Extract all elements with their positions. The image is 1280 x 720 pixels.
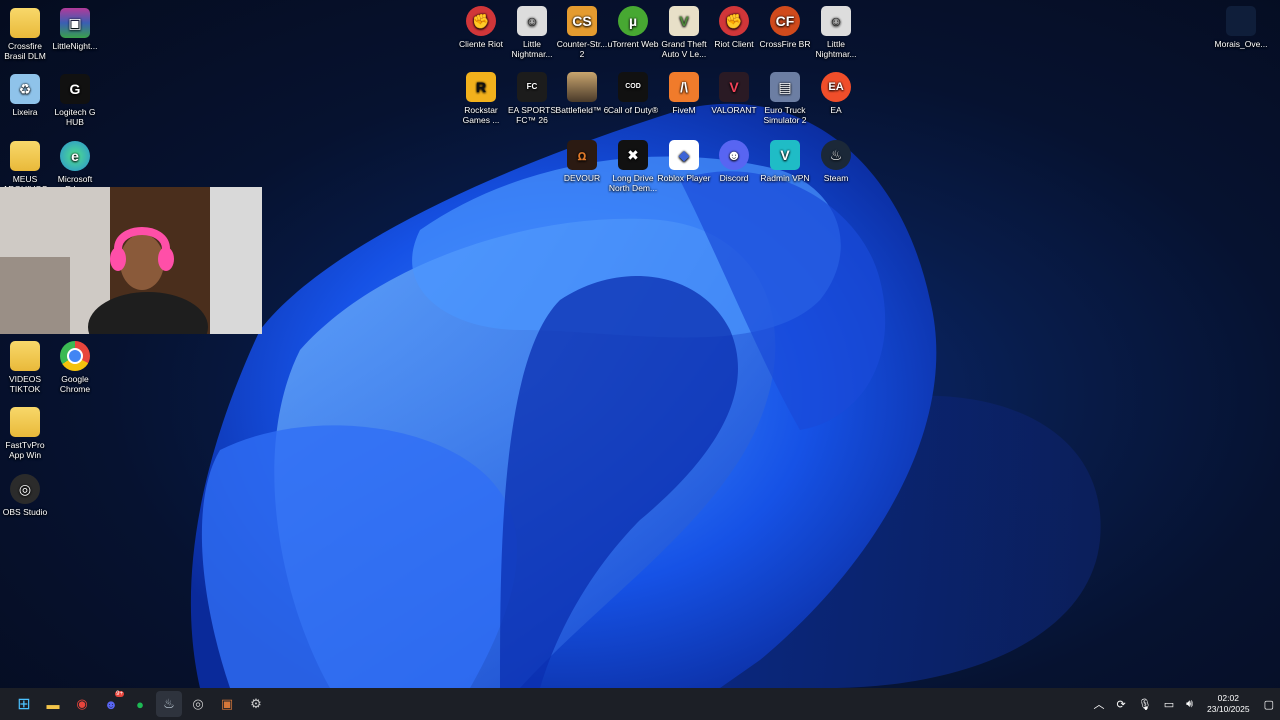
devour-icon: ꭥ xyxy=(567,140,597,170)
notification-badge: 9+ xyxy=(115,691,124,697)
start-button[interactable]: ⊞ xyxy=(11,691,37,717)
volume-icon[interactable]: 🔊︎ xyxy=(1186,698,1193,711)
cs2-icon: CS xyxy=(567,6,597,36)
folder-icon xyxy=(10,8,40,38)
desktop-icon-fasttvpro-app-win[interactable]: FastTvPro App Win xyxy=(0,407,52,460)
desktop-icon-logitech-g-hub[interactable]: G Logitech G HUB xyxy=(48,74,102,127)
ea-fc-icon: FC xyxy=(517,72,547,102)
file-icon xyxy=(1226,6,1256,36)
desktop-icon-google-chrome[interactable]: Google Chrome xyxy=(48,341,102,394)
riot-icon: ✊ xyxy=(466,6,496,36)
taskbar-discord[interactable]: ☻ 9+ xyxy=(98,691,124,717)
ea-icon: EA xyxy=(821,72,851,102)
roblox-icon: ◆ xyxy=(669,140,699,170)
webcam-person-figure xyxy=(0,187,262,334)
desktop-icon-little-nightmares[interactable]: ☺ Little Nightmar... xyxy=(505,6,559,59)
notification-icon[interactable]: ▢ xyxy=(1264,698,1274,711)
ets2-icon: ▤ xyxy=(770,72,800,102)
utorrent-icon: µ xyxy=(618,6,648,36)
cod-icon: COD xyxy=(618,72,648,102)
desktop-icon-valorant[interactable]: V VALORANT xyxy=(707,72,761,115)
taskbar-steam[interactable]: ♨ xyxy=(156,691,182,717)
desktop-icon-obs-studio[interactable]: ◎ OBS Studio xyxy=(0,474,52,517)
discord-icon: ☻ xyxy=(719,140,749,170)
gear-icon: ⚙ xyxy=(250,696,262,711)
desktop-icon-crossfire-brasil-dlm[interactable]: Crossfire Brasil DLM xyxy=(0,8,52,61)
little-nightmares-icon: ☺ xyxy=(517,6,547,36)
desktop-icon-morais-ove[interactable]: Morais_Ove... xyxy=(1213,6,1269,49)
riot-icon: ✊ xyxy=(719,6,749,36)
desktop-icon-long-drive[interactable]: ✖ Long Drive North Dem... xyxy=(606,140,660,193)
crossfire-icon: CF xyxy=(770,6,800,36)
discord-icon: ☻ xyxy=(104,696,118,712)
spotify-icon: ● xyxy=(136,696,144,712)
logitech-icon: G xyxy=(60,74,90,104)
desktop-icon-rockstar-games[interactable]: R Rockstar Games ... xyxy=(454,72,508,125)
folder-icon xyxy=(10,341,40,371)
winrar-icon: ▣ xyxy=(220,696,234,711)
fivem-icon: /\ xyxy=(669,72,699,102)
desktop-icon-counter-strike-2[interactable]: CS Counter-Str... 2 xyxy=(555,6,609,59)
desktop-icon-roblox-player[interactable]: ◆ Roblox Player xyxy=(657,140,711,183)
edge-icon: e xyxy=(60,141,90,171)
desktop-icon-ea[interactable]: EA EA xyxy=(809,72,863,115)
taskbar-spotify[interactable]: ● xyxy=(127,691,153,717)
taskbar-settings[interactable]: ⚙ xyxy=(243,691,269,717)
gta-icon: V xyxy=(669,6,699,36)
desktop-icon-call-of-duty[interactable]: COD Call of Duty® xyxy=(606,72,660,115)
long-drive-icon: ✖ xyxy=(618,140,648,170)
recycle-bin-icon: ♻ xyxy=(10,74,40,104)
clock-time: 02:02 xyxy=(1217,693,1239,703)
network-icon[interactable]: ▭ xyxy=(1164,698,1174,711)
chrome-icon xyxy=(60,341,90,371)
desktop-icon-gta-v[interactable]: V Grand Theft Auto V Le... xyxy=(657,6,711,59)
desktop-icon-radmin-vpn[interactable]: V Radmin VPN xyxy=(758,140,812,183)
taskbar: ⊞ ▬ ◉ ☻ 9+ ● ♨ ◎ ▣ ⚙ ︿ ⟳ 🎙︎ ▭ 🔊︎ 02:02 2… xyxy=(0,688,1280,720)
desktop-icon-crossfire-br[interactable]: CF CrossFire BR xyxy=(758,6,812,49)
rockstar-icon: R xyxy=(466,72,496,102)
folder-icon: ▬ xyxy=(46,696,60,712)
desktop-icon-videos-tiktok[interactable]: VIDEOS TIKTOK xyxy=(0,341,52,394)
folder-icon xyxy=(10,407,40,437)
radmin-icon: V xyxy=(770,140,800,170)
desktop-icon-lixeira[interactable]: ♻ Lixeira xyxy=(0,74,52,117)
obs-icon: ◎ xyxy=(10,474,40,504)
little-nightmares-icon: ☺ xyxy=(821,6,851,36)
desktop-icon-battlefield-6[interactable]: Battlefield™ 6 xyxy=(555,72,609,115)
desktop-icon-little-nightmares-2[interactable]: ☺ Little Nightmar... xyxy=(809,6,863,59)
taskbar-file-explorer[interactable]: ▬ xyxy=(40,691,66,717)
desktop-icon-littlenight[interactable]: ▣ LittleNight... xyxy=(48,8,102,51)
chrome-icon: ◉ xyxy=(76,696,88,711)
taskbar-obs[interactable]: ◎ xyxy=(185,691,211,717)
clock[interactable]: 02:02 23/10/2025 xyxy=(1207,693,1250,715)
webcam-overlay xyxy=(0,187,262,334)
taskbar-winrar[interactable]: ▣ xyxy=(214,691,240,717)
winrar-icon: ▣ xyxy=(60,8,90,38)
folder-icon xyxy=(10,141,40,171)
desktop-icon-ea-sports-fc-26[interactable]: FC EA SPORTS FC™ 26 xyxy=(505,72,559,125)
clock-date: 23/10/2025 xyxy=(1207,704,1250,714)
chevron-up-icon[interactable]: ︿ xyxy=(1094,696,1105,712)
desktop-icon-devour[interactable]: ꭥ DEVOUR xyxy=(555,140,609,183)
obs-icon: ◎ xyxy=(192,696,204,711)
valorant-icon: V xyxy=(719,72,749,102)
battlefield-icon xyxy=(567,72,597,102)
system-tray: ︿ ⟳ 🎙︎ ▭ 🔊︎ 02:02 23/10/2025 ▢ xyxy=(1088,688,1280,720)
microphone-icon[interactable]: 🎙︎ xyxy=(1138,698,1152,711)
desktop-icon-discord[interactable]: ☻ Discord xyxy=(707,140,761,183)
steam-icon: ♨ xyxy=(163,696,175,711)
desktop-icon-fivem[interactable]: /\ FiveM xyxy=(657,72,711,115)
sync-icon[interactable]: ⟳ xyxy=(1117,698,1126,711)
taskbar-chrome[interactable]: ◉ xyxy=(69,691,95,717)
windows-icon: ⊞ xyxy=(17,696,31,713)
steam-icon: ♨ xyxy=(821,140,851,170)
desktop-icon-steam[interactable]: ♨ Steam xyxy=(809,140,863,183)
desktop-icon-utorrent-web[interactable]: µ uTorrent Web xyxy=(606,6,660,49)
desktop-icon-euro-truck-simulator-2[interactable]: ▤ Euro Truck Simulator 2 xyxy=(758,72,812,125)
desktop-icon-cliente-riot[interactable]: ✊ Cliente Riot xyxy=(454,6,508,49)
desktop-icon-riot-client[interactable]: ✊ Riot Client xyxy=(707,6,761,49)
